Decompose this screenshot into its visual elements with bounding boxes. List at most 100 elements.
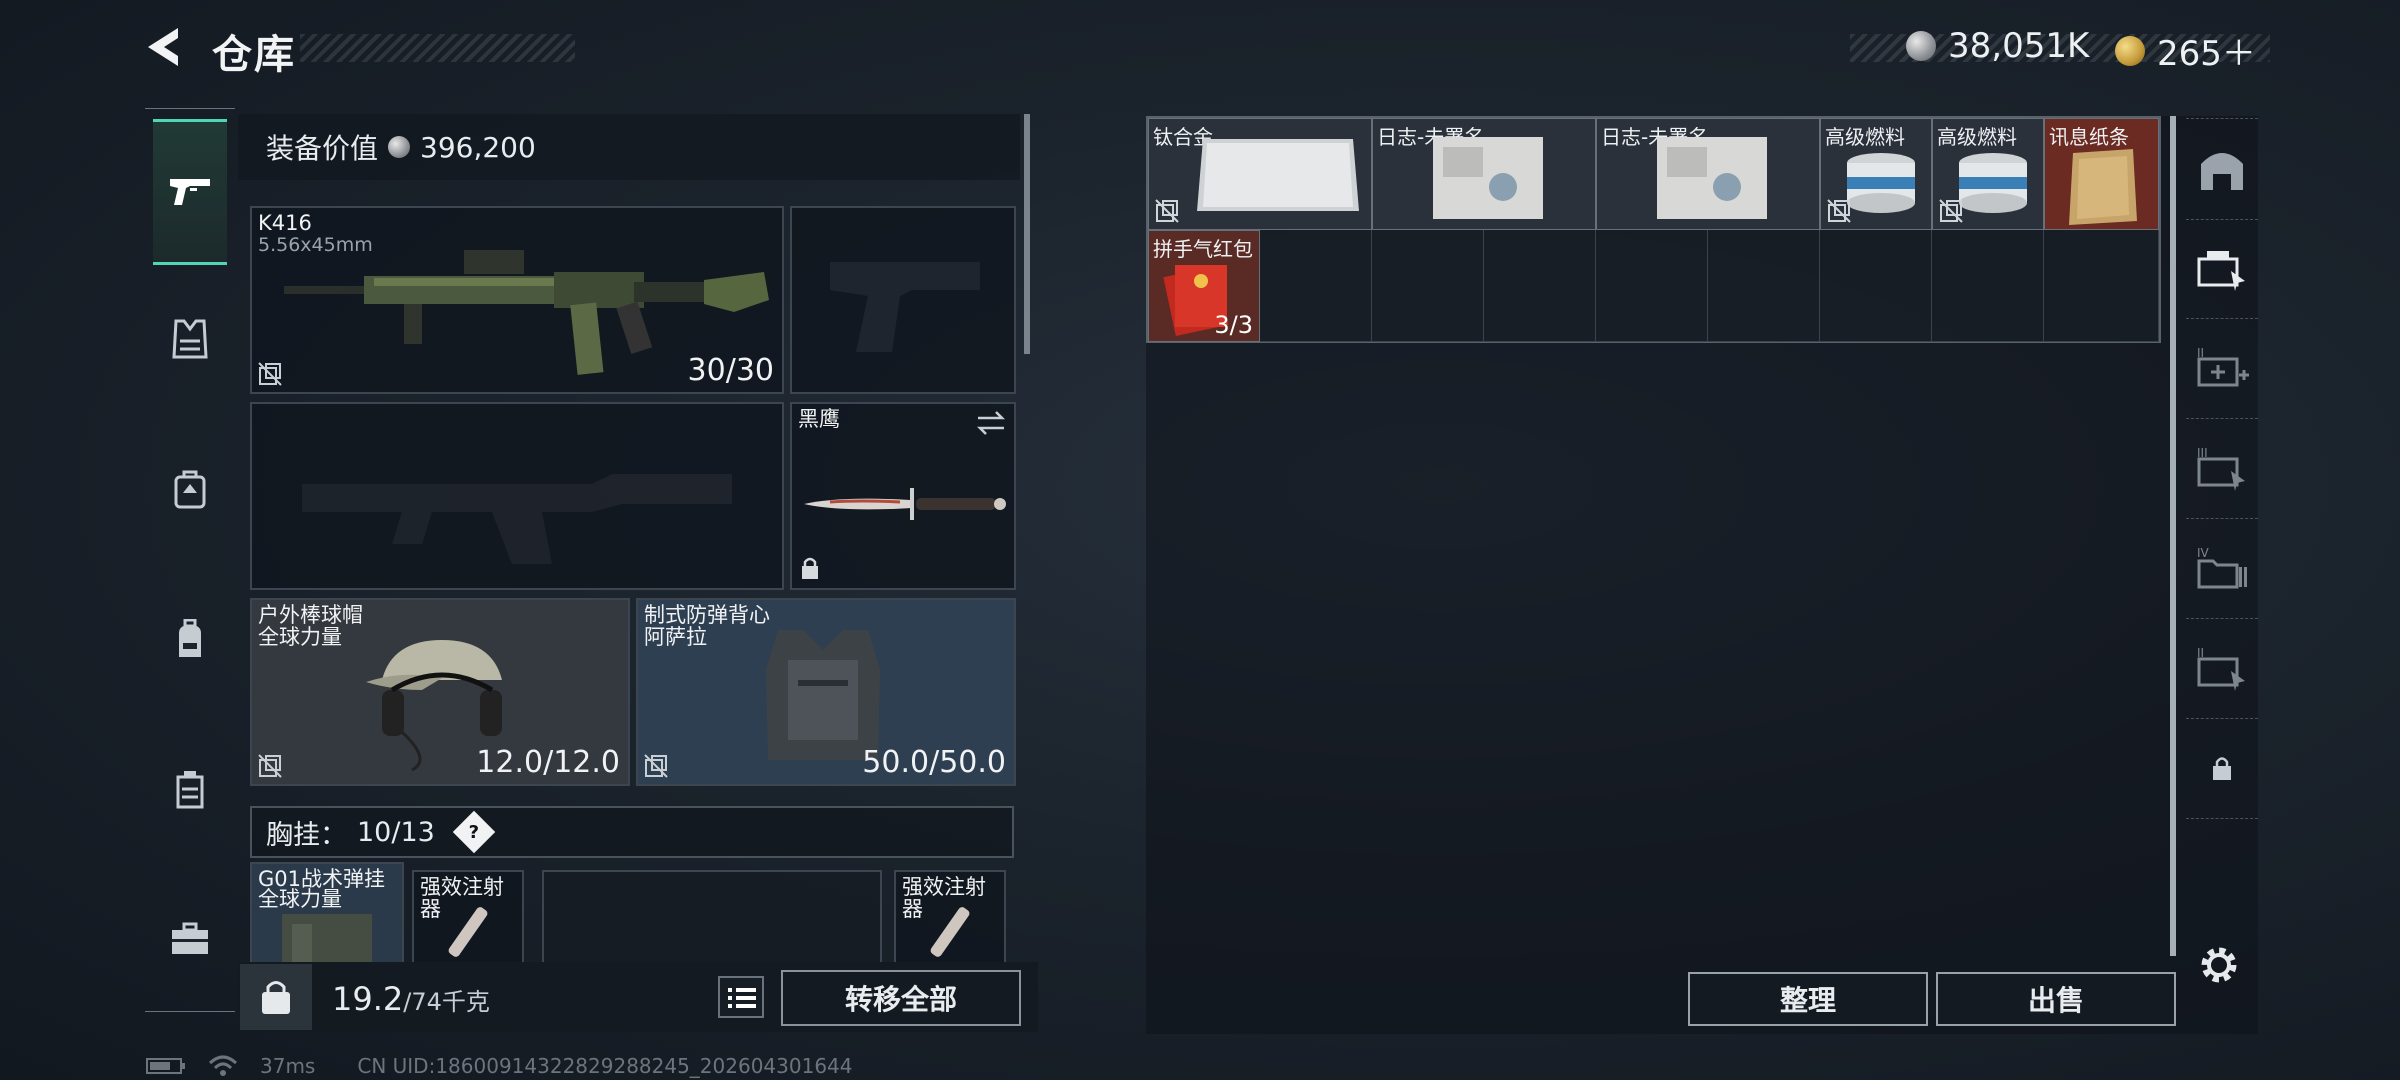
ingot-icon	[1197, 139, 1359, 211]
secondary-weapon-slot-empty[interactable]	[250, 402, 784, 590]
helmet-name: 户外棒球帽	[258, 603, 363, 627]
help-icon[interactable]: ?	[452, 810, 496, 854]
empty-cell[interactable]	[1708, 230, 1820, 342]
helmet-durability: 12.0/12.0	[476, 745, 620, 780]
list-icon	[728, 988, 756, 1008]
swap-icon[interactable]	[976, 410, 1006, 436]
empty-cell[interactable]	[2044, 230, 2159, 342]
storage-item-red-envelope[interactable]: 拼手气红包 3/3	[1148, 230, 1260, 342]
backpack-icon	[179, 619, 201, 657]
tab-chest-rig[interactable]	[153, 419, 227, 559]
storage-item-log-1[interactable]: 日志-未署名	[1372, 118, 1596, 230]
svg-text:IV: IV	[2197, 546, 2210, 560]
storage-item-note[interactable]: 讯息纸条	[2044, 118, 2159, 230]
vest-icon	[172, 319, 208, 359]
chest-rig-header: 胸挂： 10/13 ?	[250, 806, 1014, 858]
weight-value: 19.2	[332, 980, 404, 1018]
weight-max: /74千克	[403, 988, 490, 1016]
armor-name: 制式防弹背心	[644, 603, 770, 627]
item-name: 讯息纸条	[2049, 125, 2129, 149]
empty-cell[interactable]	[1260, 230, 1372, 342]
storage-item-titanium[interactable]: 钛合金	[1148, 118, 1372, 230]
pistol-slot-empty[interactable]	[790, 206, 1016, 394]
injector-item-2[interactable]: 强效注射器	[894, 870, 1006, 962]
pistol-silhouette-icon	[830, 262, 980, 352]
tab-storage-3[interactable]: III	[2186, 418, 2258, 519]
helmet-slot[interactable]: 户外棒球帽 全球力量 12.0/12.0	[250, 598, 630, 786]
fuel-can-icon	[1847, 153, 1915, 213]
battery-icon	[146, 1058, 185, 1074]
syringe-icon	[930, 907, 970, 957]
wifi-icon	[208, 1055, 238, 1076]
silver-coin-icon	[388, 136, 411, 158]
tab-case[interactable]	[153, 869, 227, 1009]
transfer-all-button[interactable]: 转移全部	[781, 970, 1021, 1026]
status-bar: 37ms CN UID:18600914322829288245_2026043…	[146, 1054, 853, 1078]
currency-silver[interactable]: 38,051K	[1906, 26, 2089, 66]
empty-cell[interactable]	[1484, 230, 1596, 342]
tab-weapons[interactable]	[153, 119, 227, 265]
storage-item-log-2[interactable]: 日志-未署名	[1596, 118, 1820, 230]
tab-backpack[interactable]	[153, 569, 227, 709]
tab-armor[interactable]	[153, 269, 227, 409]
tab-storage-2[interactable]: II	[2186, 318, 2258, 419]
tab-storage-home[interactable]	[2186, 118, 2258, 220]
primary-weapon-slot[interactable]: K416 5.56x45mm 30/30	[250, 206, 784, 394]
gear-icon	[2201, 947, 2237, 983]
storage-sidebar: II III IV II	[2186, 116, 2258, 1034]
rig-bag-icon	[174, 470, 206, 509]
svg-text:II: II	[2197, 646, 2204, 660]
settings-button[interactable]	[2196, 942, 2242, 992]
svg-text:II: II	[2197, 346, 2204, 360]
empty-cell[interactable]	[1932, 230, 2044, 342]
silver-coin-icon	[1906, 31, 1936, 61]
storage-scrollbar[interactable]	[2170, 116, 2176, 956]
item-name: 高级燃料	[1937, 125, 2017, 149]
chest-rig-contents: G01战术弹挂 全球力量 强效注射器 强效注射器	[250, 862, 1014, 962]
storage-item-fuel-2[interactable]: 高级燃料	[1932, 118, 2044, 230]
melee-slot[interactable]: 黑鹰	[790, 402, 1016, 590]
uid-text: CN UID:18600914322829288245_202604301644	[357, 1054, 853, 1078]
container-icon	[176, 771, 204, 809]
injector-item-1[interactable]: 强效注射器	[412, 870, 524, 962]
sort-button[interactable]: 整理	[1688, 972, 1928, 1026]
tab-storage-1[interactable]	[2186, 218, 2258, 319]
list-view-button[interactable]	[718, 976, 764, 1018]
chest-rig-empty-slots[interactable]	[542, 870, 882, 962]
gold-coin-icon	[2115, 35, 2145, 66]
empty-cell[interactable]	[1596, 230, 1708, 342]
storage-grid: 钛合金 日志-未署名 日志-未署名 高级燃料 高级燃料 讯息纸条 拼手气红包 3…	[1146, 116, 2161, 343]
equipment-value-label: 装备价值	[266, 132, 379, 165]
tab-storage-5[interactable]: II	[2186, 618, 2258, 719]
storage-item-fuel-1[interactable]: 高级燃料	[1820, 118, 1932, 230]
knife-icon	[804, 488, 1006, 520]
sell-button[interactable]: 出售	[1936, 972, 2176, 1026]
item-count: 3/3	[1214, 311, 1253, 339]
empty-cell[interactable]	[1820, 230, 1932, 342]
pistol-icon	[170, 179, 210, 205]
helmet-faction: 全球力量	[258, 625, 342, 649]
chest-rig-item[interactable]: G01战术弹挂 全球力量	[250, 862, 404, 962]
item-name: 高级燃料	[1825, 125, 1905, 149]
category-sidebar	[145, 108, 235, 1012]
kb-lock-button[interactable]	[240, 964, 312, 1030]
not-insured-icon	[1827, 199, 1851, 223]
armor-durability: 50.0/50.0	[862, 745, 1006, 780]
equipment-scrollbar[interactable]	[1024, 114, 1030, 354]
empty-cell[interactable]	[1372, 230, 1484, 342]
tab-locked[interactable]	[2186, 718, 2258, 819]
not-insured-icon	[258, 362, 282, 386]
lock-icon	[2213, 757, 2231, 780]
clipboard-icon	[1657, 137, 1767, 219]
currency-gold[interactable]: 265＋	[2115, 26, 2256, 75]
lock-icon	[802, 557, 818, 579]
tab-storage-4[interactable]: IV	[2186, 518, 2258, 619]
back-arrow-icon[interactable]	[142, 24, 188, 70]
chest-rig-capacity: 10/13	[357, 816, 435, 848]
syringe-icon	[448, 907, 488, 957]
ammo-count: 30/30	[687, 353, 774, 388]
not-insured-icon	[1939, 199, 1963, 223]
armor-slot[interactable]: 制式防弹背心 阿萨拉 50.0/50.0	[636, 598, 1016, 786]
tab-container[interactable]	[153, 719, 227, 859]
weight-lock-icon	[262, 981, 290, 1014]
